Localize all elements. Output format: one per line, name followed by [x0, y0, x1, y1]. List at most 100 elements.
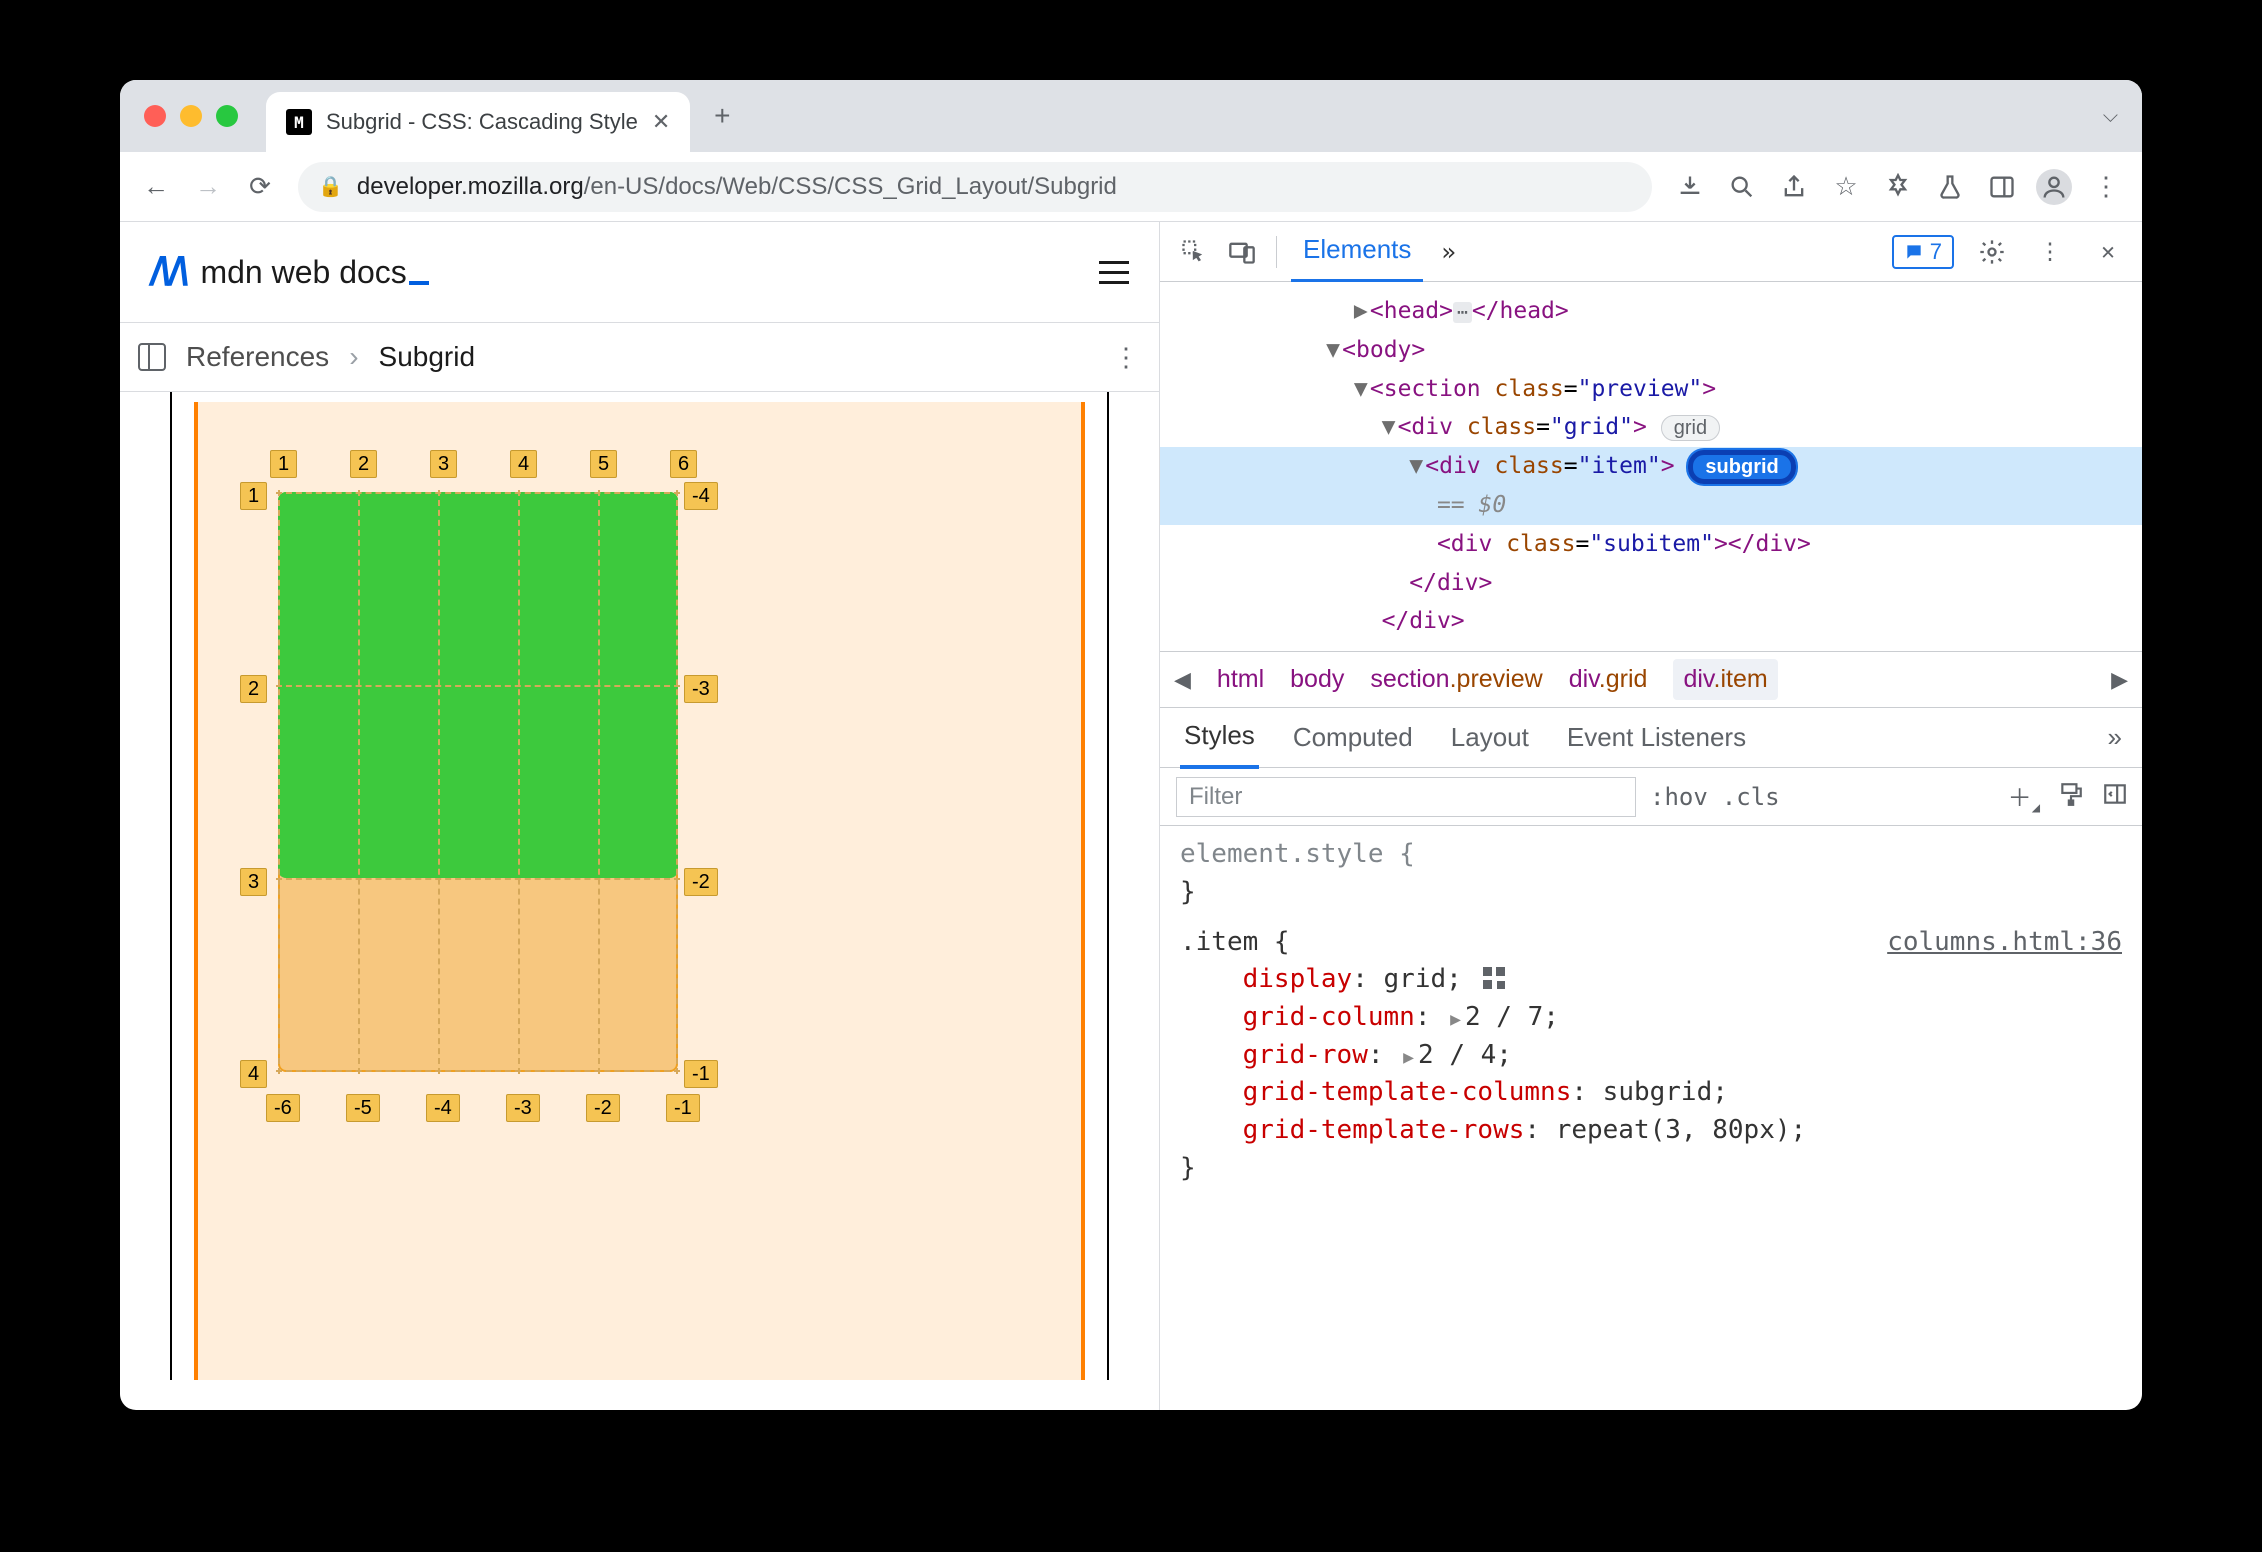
- grid-col-neg-label: -5: [346, 1094, 380, 1122]
- window-controls: [144, 105, 238, 127]
- browser-window: M Subgrid - CSS: Cascading Style ✕ + ⌵ ←…: [120, 80, 2142, 1410]
- install-icon[interactable]: [1668, 165, 1712, 209]
- extensions-icon[interactable]: [1876, 165, 1920, 209]
- issues-badge[interactable]: 7: [1892, 235, 1954, 269]
- grid-row-neg-label: -1: [684, 1060, 718, 1088]
- kebab-menu-icon[interactable]: ⋮: [2030, 232, 2070, 272]
- subtab-computed[interactable]: Computed: [1289, 708, 1417, 767]
- grid-row-label: 4: [240, 1060, 267, 1088]
- maximize-window-button[interactable]: [216, 105, 238, 127]
- grid-row-label: 1: [240, 482, 267, 510]
- subtabs-overflow[interactable]: »: [2108, 722, 2122, 753]
- grid-col-neg-label: -1: [666, 1094, 700, 1122]
- subgrid-badge[interactable]: subgrid: [1688, 450, 1795, 484]
- grid-row-neg-label: -4: [684, 482, 718, 510]
- breadcrumb-more-icon[interactable]: ⋮: [1113, 342, 1141, 373]
- bookmark-icon[interactable]: ☆: [1824, 165, 1868, 209]
- url-path: /en-US/docs/Web/CSS/CSS_Grid_Layout/Subg…: [584, 173, 1117, 200]
- device-toolbar-icon[interactable]: [1222, 232, 1262, 272]
- toggle-sidebar-icon[interactable]: [2102, 781, 2128, 813]
- grid-col-label: 4: [510, 450, 537, 478]
- labs-icon[interactable]: [1928, 165, 1972, 209]
- paint-icon[interactable]: [2058, 781, 2084, 813]
- subtab-styles[interactable]: Styles: [1180, 706, 1259, 769]
- css-declaration[interactable]: display: grid;: [1180, 961, 2122, 999]
- sidebar-toggle-icon[interactable]: [138, 343, 166, 371]
- devtools-toolbar: Elements » 7 ⋮ ✕: [1160, 222, 2142, 282]
- mdn-logo-mark: /\/\: [150, 250, 186, 295]
- new-style-rule-icon[interactable]: ＋◢: [2008, 778, 2040, 816]
- settings-gear-icon[interactable]: [1972, 232, 2012, 272]
- share-icon[interactable]: [1772, 165, 1816, 209]
- bc-scroll-left[interactable]: ◀: [1174, 667, 1191, 693]
- css-declaration[interactable]: grid-template-columns: subgrid;: [1180, 1074, 2122, 1112]
- content-area: 1 2 3 4 5 6 1 2 3 4 -4: [120, 392, 1159, 1410]
- tabs-overflow-icon[interactable]: »: [1431, 238, 1465, 266]
- devtools-panel: Elements » 7 ⋮ ✕ ▶<head>⋯</head> ▼<body: [1160, 222, 2142, 1410]
- css-declaration[interactable]: grid-column: ▶2 / 7;: [1180, 999, 2122, 1037]
- bc-html[interactable]: html: [1217, 665, 1264, 694]
- dom-breadcrumb: ◀ html body section.preview div.grid div…: [1160, 652, 2142, 708]
- bc-div-grid[interactable]: div.grid: [1569, 665, 1648, 694]
- inspect-element-icon[interactable]: [1174, 232, 1214, 272]
- breadcrumb-separator: ›: [349, 341, 358, 373]
- bc-body[interactable]: body: [1290, 665, 1344, 694]
- grid-demo-background: 1 2 3 4 5 6 1 2 3 4 -4: [194, 402, 1085, 1380]
- profile-button[interactable]: [2032, 165, 2076, 209]
- breadcrumb-references[interactable]: References: [186, 341, 329, 373]
- styles-pane[interactable]: element.style { } columns.html:36 .item …: [1160, 826, 2142, 1410]
- rule-close: }: [1180, 874, 2122, 912]
- favicon: M: [286, 109, 312, 135]
- subtab-event[interactable]: Event Listeners: [1563, 708, 1750, 767]
- tab-elements[interactable]: Elements: [1291, 220, 1423, 283]
- new-tab-button[interactable]: +: [702, 96, 742, 136]
- grid-col-label: 1: [270, 450, 297, 478]
- rule-close: }: [1180, 1150, 2122, 1188]
- styles-filter-bar: Filter :hov .cls ＋◢: [1160, 768, 2142, 826]
- lock-icon: 🔒: [318, 174, 343, 199]
- cls-toggle[interactable]: .cls: [1722, 783, 1780, 811]
- hov-toggle[interactable]: :hov: [1650, 783, 1708, 811]
- css-declaration[interactable]: grid-row: ▶2 / 4;: [1180, 1037, 2122, 1075]
- url-input[interactable]: 🔒 developer.mozilla.org/en-US/docs/Web/C…: [298, 162, 1652, 212]
- subtab-layout[interactable]: Layout: [1447, 708, 1533, 767]
- page-content: /\/\ mdn web docs References › Subgrid ⋮: [120, 222, 1160, 1410]
- issues-count: 7: [1930, 239, 1942, 265]
- grid-col-label: 2: [350, 450, 377, 478]
- close-devtools-icon[interactable]: ✕: [2088, 232, 2128, 272]
- grid-col-label: 3: [430, 450, 457, 478]
- bc-section[interactable]: section.preview: [1370, 665, 1542, 694]
- source-link[interactable]: columns.html:36: [1887, 924, 2122, 962]
- bc-div-item[interactable]: div.item: [1673, 659, 1777, 700]
- back-button[interactable]: ←: [134, 165, 178, 209]
- grid-col-neg-label: -2: [586, 1094, 620, 1122]
- reload-button[interactable]: ⟳: [238, 165, 282, 209]
- filter-input[interactable]: Filter: [1176, 777, 1636, 817]
- sidepanel-icon[interactable]: [1980, 165, 2024, 209]
- close-tab-icon[interactable]: ✕: [652, 109, 670, 135]
- dom-tree[interactable]: ▶<head>⋯</head> ▼<body> ▼<section class=…: [1160, 282, 2142, 652]
- url-domain: developer.mozilla.org: [357, 173, 584, 200]
- browser-tab[interactable]: M Subgrid - CSS: Cascading Style ✕: [266, 92, 690, 152]
- grid-badge[interactable]: grid: [1661, 415, 1720, 441]
- grid-col-label: 6: [670, 450, 697, 478]
- css-declaration[interactable]: grid-template-rows: repeat(3, 80px);: [1180, 1112, 2122, 1150]
- tab-title: Subgrid - CSS: Cascading Style: [326, 109, 638, 135]
- minimize-window-button[interactable]: [180, 105, 202, 127]
- grid-col-neg-label: -4: [426, 1094, 460, 1122]
- mdn-header: /\/\ mdn web docs: [120, 222, 1159, 322]
- grid-row-neg-label: -3: [684, 675, 718, 703]
- hamburger-menu-icon[interactable]: [1099, 261, 1129, 284]
- breadcrumb-bar: References › Subgrid ⋮: [120, 322, 1159, 392]
- breadcrumb-current: Subgrid: [379, 341, 476, 373]
- forward-button[interactable]: →: [186, 165, 230, 209]
- tabs-overflow-icon[interactable]: ⌵: [2103, 105, 2118, 128]
- grid-row-label: 3: [240, 868, 267, 896]
- grid-col-neg-label: -3: [506, 1094, 540, 1122]
- bc-scroll-right[interactable]: ▶: [2111, 667, 2128, 693]
- mdn-logo[interactable]: /\/\ mdn web docs: [150, 250, 429, 295]
- close-window-button[interactable]: [144, 105, 166, 127]
- menu-icon[interactable]: ⋮: [2084, 165, 2128, 209]
- zoom-icon[interactable]: [1720, 165, 1764, 209]
- item-selector: .item {: [1180, 927, 1290, 957]
